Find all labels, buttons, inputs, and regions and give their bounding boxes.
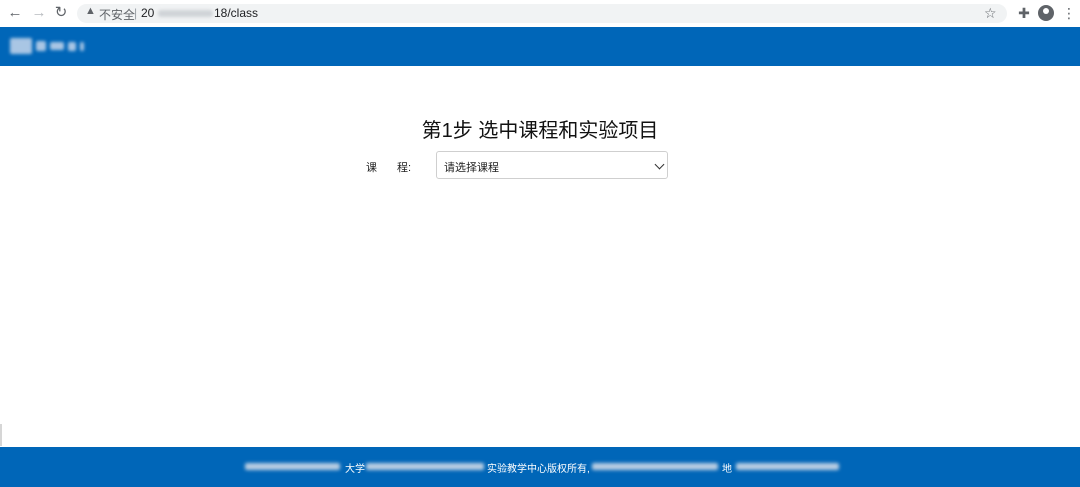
site-header [0, 27, 1080, 66]
course-label-char1: 课 [366, 162, 377, 174]
bookmark-star-icon[interactable]: ☆ [984, 5, 997, 22]
footer-text-1: 大学 [345, 464, 365, 475]
forward-arrow-icon[interactable]: → [30, 4, 48, 22]
browser-toolbar: ← → ↻ ▲ 不安全 | 20 18/class ☆ ✚ ⋮ [0, 0, 1080, 28]
page-title: 第1步 选中课程和实验项目 [421, 120, 659, 142]
footer-redacted-4 [736, 463, 839, 470]
menu-kebab-icon[interactable]: ⋮ [1062, 4, 1076, 22]
footer-text-3: 地 [722, 464, 732, 475]
footer-text-2: 实验教学中心版权所有, [487, 464, 590, 475]
site-logo[interactable] [10, 36, 84, 56]
chevron-down-icon [654, 159, 665, 170]
back-arrow-icon[interactable]: ← [6, 4, 24, 22]
course-label: 课 程: [366, 159, 411, 175]
address-bar[interactable]: ▲ 不安全 | 20 18/class ☆ [77, 4, 1007, 23]
url-redacted [158, 10, 213, 17]
footer-redacted-1 [245, 463, 340, 470]
left-edge-divider [0, 424, 2, 446]
url-prefix: 20 [141, 6, 155, 20]
security-status: 不安全 [99, 8, 136, 22]
extensions-puzzle-icon[interactable]: ✚ [1016, 4, 1032, 22]
footer-redacted-3 [592, 463, 718, 470]
site-footer: 大学 实验教学中心版权所有, 地 [0, 447, 1080, 487]
reload-icon[interactable]: ↻ [52, 4, 70, 22]
url-path: 18/class [214, 6, 259, 20]
warning-triangle-icon: ▲ [85, 5, 96, 17]
footer-redacted-2 [366, 463, 484, 470]
separator-icon: | [134, 6, 138, 20]
course-select-value: 请选择课程 [444, 162, 499, 174]
course-select[interactable]: 请选择课程 [436, 151, 668, 179]
course-label-char2: 程: [397, 162, 412, 174]
profile-avatar-icon[interactable] [1038, 5, 1054, 21]
